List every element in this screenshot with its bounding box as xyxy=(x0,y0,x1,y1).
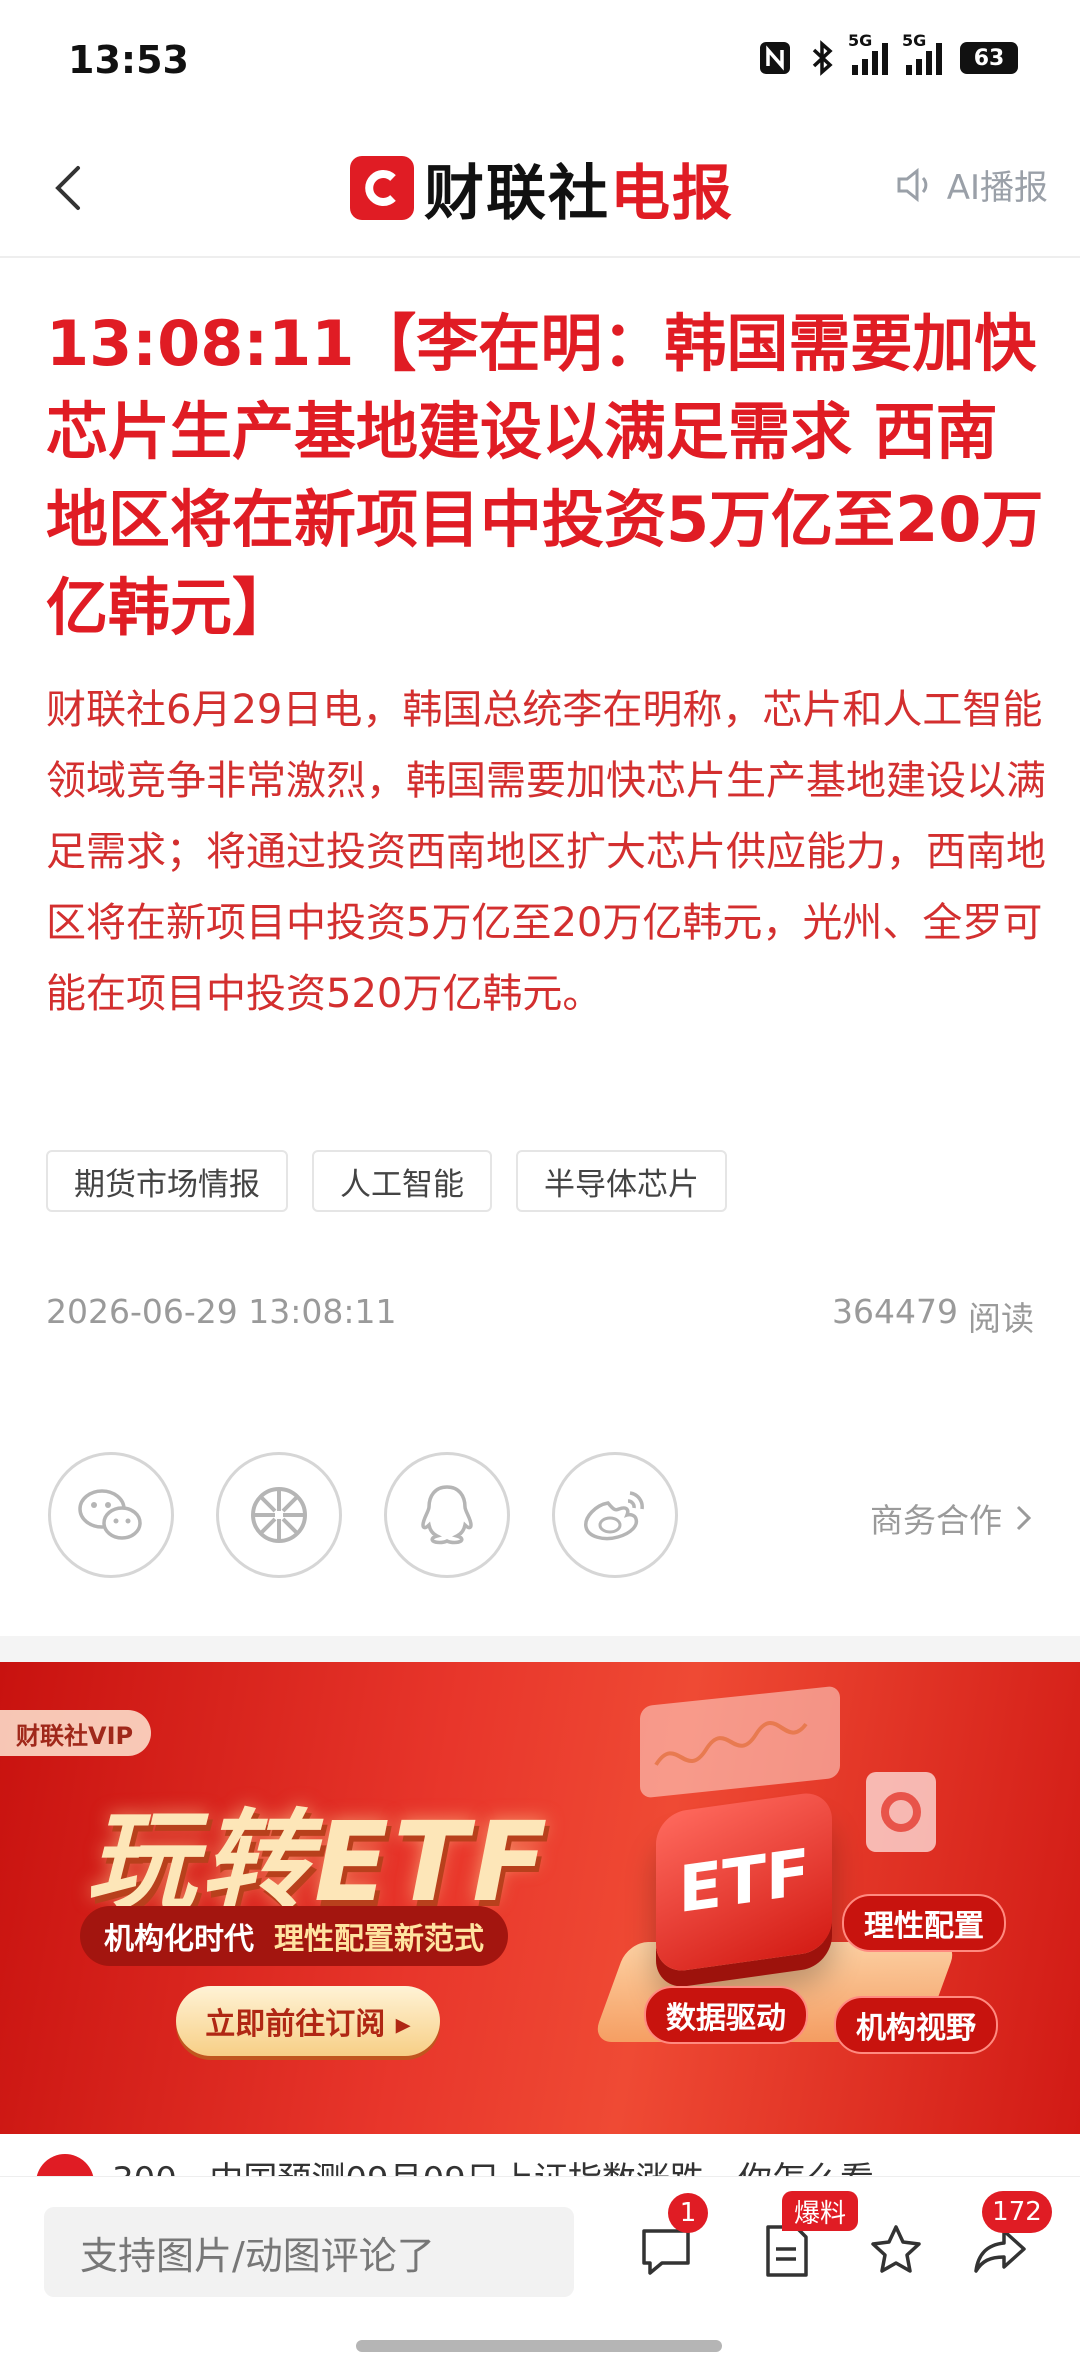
nav-bar: 财联社电报 AI播报 xyxy=(0,120,1080,258)
tag-semiconductor[interactable]: 半导体芯片 xyxy=(516,1150,727,1212)
share-moments-button[interactable] xyxy=(216,1452,342,1578)
etf-3d-block: ETF xyxy=(656,1789,832,1975)
signal-icon-1: 5G xyxy=(848,31,888,75)
bluetooth-icon xyxy=(812,40,833,76)
slogan-left: 机构化时代 xyxy=(104,1922,254,1957)
article-headline: 13:08:11【李在明：韩国需要加快芯片生产基地建设以满足需求 西南地区将在新… xyxy=(46,307,1044,644)
star-icon xyxy=(871,2225,921,2273)
moments-icon xyxy=(251,1487,307,1543)
weibo-icon xyxy=(584,1491,644,1541)
tip-off-badge: 爆料 xyxy=(782,2191,858,2231)
signal-icon-2: 5G xyxy=(902,31,942,75)
banner-pie-card xyxy=(866,1772,936,1852)
banner-slogan: 机构化时代 理性配置新范式 xyxy=(80,1906,508,1966)
section-divider xyxy=(0,1636,1080,1662)
publish-datetime: 2026-06-29 13:08:11 xyxy=(46,1292,397,1331)
tip-off-button[interactable]: 爆料 xyxy=(756,2191,858,2281)
vip-badge: 财联社VIP xyxy=(0,1710,152,1756)
speaker-icon xyxy=(897,167,928,202)
share-button[interactable]: 172 xyxy=(970,2191,1052,2281)
battery-icon: 63 xyxy=(960,42,1018,74)
status-time: 13:53 xyxy=(68,38,189,82)
article-body: 财联社6月29日电，韩国总统李在明称，芯片和人工智能领域竞争非常激烈，韩国需要加… xyxy=(46,687,1046,1017)
wechat-icon xyxy=(78,1489,142,1540)
slogan-right: 理性配置新范式 xyxy=(274,1922,484,1957)
business-cooperation-link[interactable]: 商务合作 xyxy=(870,1494,1034,1542)
promo-banner[interactable]: 财联社VIP 玩转ETF 机构化时代 理性配置新范式 立即前往订阅 ▸ ETF … xyxy=(0,1662,1080,2134)
read-count-label: 阅读 xyxy=(968,1299,1034,1338)
share-bar xyxy=(48,1452,678,1578)
pill-institutional-view: 机构视野 xyxy=(834,1996,998,2054)
next-news-item[interactable]: 300...中国预测09月09日上证指数涨跌，你怎么看... xyxy=(0,2134,1080,2176)
comment-count-badge: 1 xyxy=(668,2193,708,2233)
nfc-icon xyxy=(760,42,790,74)
pill-rational-allocation: 理性配置 xyxy=(842,1894,1006,1952)
subscribe-button[interactable]: 立即前往订阅 ▸ xyxy=(176,1986,440,2056)
comment-input[interactable]: 支持图片/动图评论了 xyxy=(44,2207,574,2297)
pill-data-driven: 数据驱动 xyxy=(644,1986,808,2044)
tag-ai[interactable]: 人工智能 xyxy=(312,1150,492,1212)
share-count-badge: 172 xyxy=(982,2191,1052,2233)
status-icons: 5G 5G 63 xyxy=(758,31,1018,76)
share-wechat-button[interactable] xyxy=(48,1452,174,1578)
status-bar: 13:53 5G 5G 63 xyxy=(0,0,1080,120)
ai-broadcast-button[interactable]: AI播报 xyxy=(893,160,1048,209)
read-count-value: 364479 xyxy=(832,1292,958,1331)
favorite-button[interactable] xyxy=(866,2221,926,2281)
app-logo: 财联社电报 xyxy=(350,146,734,230)
home-indicator xyxy=(356,2340,722,2352)
next-item-text: 300...中国预测09月09日上证指数涨跌，你怎么看... xyxy=(112,2152,906,2176)
logo-c-icon xyxy=(350,156,414,220)
back-icon[interactable] xyxy=(40,158,100,218)
qq-icon xyxy=(421,1485,473,1545)
tag-list: 期货市场情报 人工智能 半导体芯片 xyxy=(46,1150,727,1212)
comment-button[interactable]: 1 xyxy=(636,2193,708,2281)
banner-chart-card xyxy=(640,1685,840,1799)
next-item-badge xyxy=(36,2154,94,2176)
read-count: 364479 阅读 xyxy=(832,1292,1034,1340)
chevron-right-icon xyxy=(1016,1505,1032,1531)
tag-futures[interactable]: 期货市场情报 xyxy=(46,1150,288,1212)
business-cooperation-label: 商务合作 xyxy=(870,1501,1002,1540)
share-weibo-button[interactable] xyxy=(552,1452,678,1578)
logo-text: 财联社电报 xyxy=(424,158,734,229)
ai-broadcast-label: AI播报 xyxy=(946,168,1048,208)
share-qq-button[interactable] xyxy=(384,1452,510,1578)
